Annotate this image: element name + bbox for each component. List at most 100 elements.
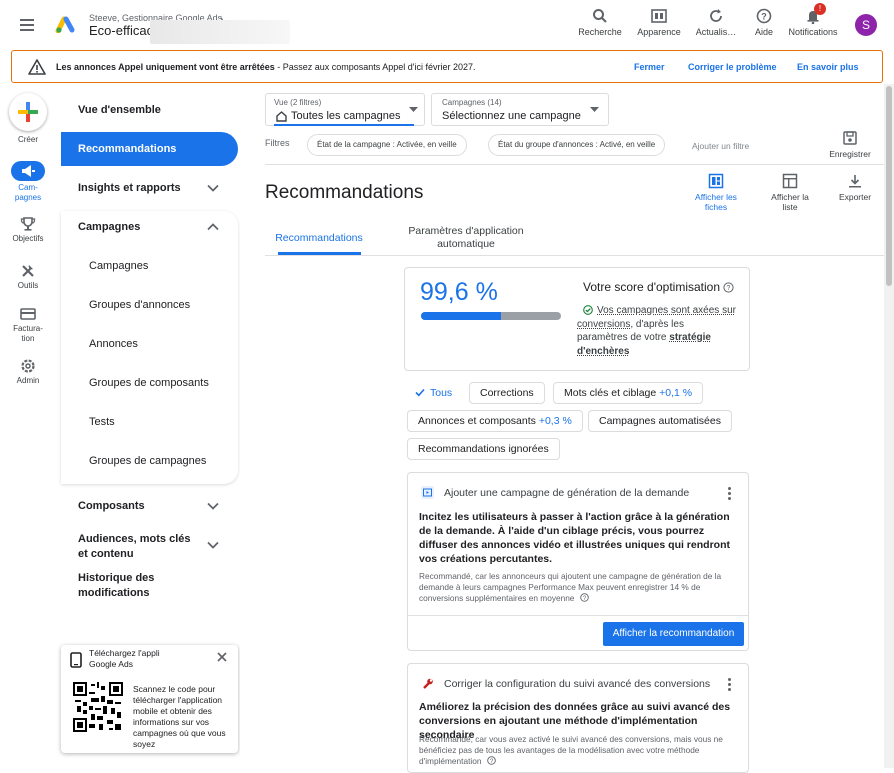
nav-sub-campaign-groups[interactable]: Groupes de campagnes <box>89 455 206 467</box>
nav-change-history[interactable]: Historique des modifications <box>78 571 198 601</box>
chevron-down-icon[interactable] <box>207 183 219 193</box>
warning-banner: Les annonces Appel uniquement vont être … <box>11 50 883 83</box>
score-progress-fill <box>421 312 501 320</box>
filter-corrections[interactable]: Corrections <box>469 382 545 404</box>
learn-more-button[interactable]: En savoir plus <box>797 62 859 72</box>
notifications-button[interactable]: Notifications <box>785 8 841 37</box>
rec1-title: Incitez les utilisateurs à passer à l'ac… <box>419 511 730 565</box>
scrollbar-thumb[interactable] <box>886 86 892 286</box>
nav-insights[interactable]: Insights et rapports <box>78 182 255 194</box>
filter-ads-assets[interactable]: Annonces et composants +0,3 % <box>407 410 583 432</box>
menu-icon[interactable] <box>18 16 38 34</box>
download-card-title: Téléchargez l'appli Google Ads <box>89 648 160 669</box>
filter-all-label: Tous <box>430 387 453 399</box>
rec2-note-text: Recommandé, car vous avez activé le suiv… <box>419 734 723 766</box>
rail-admin[interactable]: Admin <box>0 358 56 385</box>
search-button[interactable]: Recherche <box>577 8 623 37</box>
view-dropdown[interactable]: Vue (2 filtres) Toutes les campagnes <box>265 93 425 126</box>
campaign-dropdown-caption: Campagnes (14) <box>442 98 502 107</box>
tabs-divider <box>265 255 884 256</box>
nav-sub-experiments[interactable]: Tests <box>89 416 115 428</box>
help-icon[interactable]: ? <box>580 593 589 602</box>
nav-audiences[interactable]: Audiences, mots clés et contenu <box>78 532 198 562</box>
filter-chip-adgroup-status[interactable]: État du groupe d'annonces : Activé, en v… <box>488 134 666 156</box>
account-name[interactable]: Eco-efficac <box>89 23 153 38</box>
rail-goals[interactable]: Objectifs <box>0 216 56 243</box>
search-label: Recherche <box>578 27 622 37</box>
show-cards-label: Afficher les fiches <box>695 192 737 212</box>
more-options-icon[interactable] <box>728 487 731 502</box>
recommendation-card-demand-gen: Ajouter une campagne de génération de la… <box>407 472 749 651</box>
filter-chip-campaign-status[interactable]: État de la campagne : Activée, en veille <box>307 134 467 156</box>
nav-sub-asset-groups[interactable]: Groupes de composants <box>89 377 209 389</box>
rail-tools[interactable]: Outils <box>0 263 56 290</box>
nav-sub-campaigns[interactable]: Campagnes <box>89 260 148 272</box>
nav-recommendations-label: Recommandations <box>78 143 177 155</box>
top-bar: Steeve, Gestionnaire Google Ads › Eco-ef… <box>0 0 894 50</box>
rail-billing[interactable]: Factura-tion <box>0 306 56 344</box>
chevron-down-icon[interactable] <box>207 501 219 511</box>
google-ads-logo-icon <box>55 15 75 33</box>
plus-icon <box>18 102 38 122</box>
export-button[interactable]: Exporter <box>833 173 877 202</box>
nav-sub-ad-groups[interactable]: Groupes d'annonces <box>89 299 190 311</box>
save-icon <box>843 131 857 145</box>
show-list-button[interactable]: Afficher la liste <box>764 173 816 212</box>
megaphone-icon <box>22 165 35 177</box>
divider <box>265 164 894 165</box>
export-label: Exporter <box>838 192 872 202</box>
help-icon[interactable]: ? <box>723 282 734 293</box>
demand-gen-icon <box>421 486 434 499</box>
create-button[interactable] <box>9 93 47 131</box>
close-banner-button[interactable]: Fermer <box>634 62 665 72</box>
more-options-icon[interactable] <box>728 678 731 693</box>
refresh-label: Actualis… <box>695 27 737 37</box>
nav-assets[interactable]: Composants <box>78 500 255 512</box>
show-cards-button[interactable]: Afficher les fiches <box>690 173 742 212</box>
help-icon[interactable]: ? <box>487 756 496 765</box>
tab-recommendations[interactable]: Recommandations <box>270 232 368 244</box>
close-icon[interactable] <box>216 651 228 663</box>
nav-recommendations[interactable]: Recommandations <box>61 132 238 166</box>
download-icon <box>849 175 861 188</box>
tab-auto-apply[interactable]: Paramètres d'application automatique <box>404 225 528 251</box>
filter-automated-label: Campagnes automatisées <box>599 415 721 427</box>
rail-tools-label: Outils <box>17 281 39 290</box>
page-title: Recommandations <box>265 182 424 203</box>
campaign-dropdown[interactable]: Campagnes (14) Sélectionnez une campagne <box>431 93 609 126</box>
rec2-header: Corriger la configuration du suivi avanc… <box>444 678 711 690</box>
nav-sub-ads[interactable]: Annonces <box>89 338 138 350</box>
filter-dismissed[interactable]: Recommandations ignorées <box>407 438 560 460</box>
add-filter-button[interactable]: Ajouter un filtre <box>692 141 749 151</box>
help-button[interactable]: ? Aide <box>750 8 778 37</box>
notifications-label: Notifications <box>788 27 838 37</box>
filter-keywords[interactable]: Mots clés et ciblage +0,1 % <box>553 382 704 404</box>
appearance-button[interactable]: Apparence <box>634 8 684 37</box>
save-button[interactable]: Enregistrer <box>826 130 874 159</box>
chevron-up-icon[interactable] <box>207 222 219 232</box>
filter-keywords-uplift: +0,1 % <box>659 387 693 399</box>
nav-campaigns[interactable]: Campagnes <box>78 221 255 233</box>
search-icon <box>593 9 607 23</box>
campaign-dropdown-value: Sélectionnez une campagne <box>442 110 581 122</box>
rec1-divider <box>408 615 748 616</box>
phone-icon <box>70 652 82 668</box>
refresh-button[interactable]: Actualis… <box>693 8 739 37</box>
avatar[interactable]: S <box>855 14 877 36</box>
fix-issue-button[interactable]: Corriger le problème <box>688 62 777 72</box>
rec2-note: Recommandé, car vous avez activé le suiv… <box>419 734 741 767</box>
filter-all[interactable]: Tous <box>404 382 464 404</box>
nav-overview[interactable]: Vue d'ensemble <box>78 104 255 116</box>
svg-text:?: ? <box>727 285 731 292</box>
chevron-down-icon[interactable] <box>207 540 219 550</box>
view-dropdown-underline <box>274 124 414 126</box>
view-recommendation-button[interactable]: Afficher la recommandation <box>603 622 744 646</box>
rec1-note: Recommandé, car les annonceurs qui ajout… <box>419 571 741 604</box>
filter-automated-campaigns[interactable]: Campagnes automatisées <box>588 410 732 432</box>
caret-down-icon <box>409 107 418 112</box>
nav-campaigns-group <box>61 211 238 484</box>
campaigns-rail-highlight <box>11 161 45 181</box>
filter-dismissed-label: Recommandations ignorées <box>418 443 549 455</box>
rail-campaigns[interactable]: Cam-pagnes <box>0 183 56 203</box>
cards-icon <box>708 173 724 189</box>
